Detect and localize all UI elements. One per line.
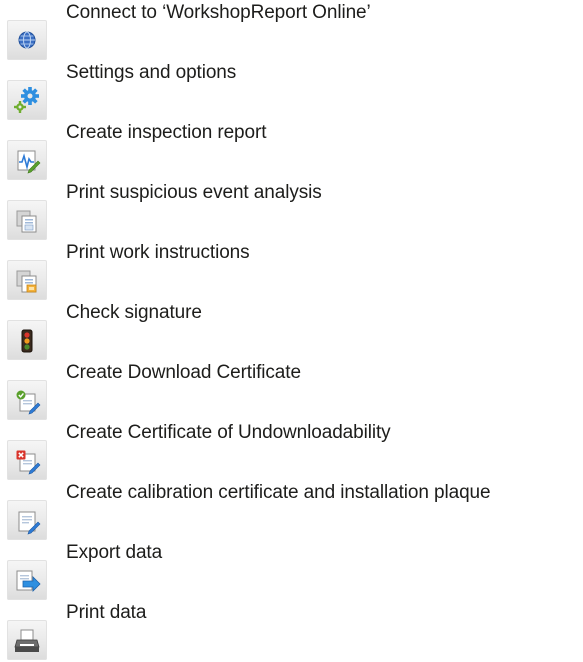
menu-item-create-download-certificate[interactable]: Create Download Certificate: [0, 360, 583, 420]
menu-item-label: Settings and options: [66, 62, 237, 83]
print-instructions-icon[interactable]: [7, 260, 47, 300]
printer-icon[interactable]: [7, 620, 47, 660]
menu-item-print-suspicious-event-analysis[interactable]: Print suspicious event analysis: [0, 180, 583, 240]
menu-item-export-data[interactable]: Export data: [0, 540, 583, 600]
menu-item-label: Check signature: [66, 302, 202, 323]
menu: Connect to ‘WorkshopReport Online’ Setti…: [0, 0, 583, 662]
menu-item-label: Print work instructions: [66, 242, 250, 263]
menu-item-create-inspection-report[interactable]: Create inspection report: [0, 120, 583, 180]
gears-icon[interactable]: [7, 80, 47, 120]
certificate-edit-icon[interactable]: [7, 500, 47, 540]
certificate-cross-icon[interactable]: [7, 440, 47, 480]
report-pen-icon[interactable]: [7, 140, 47, 180]
menu-item-label: Create Certificate of Undownloadability: [66, 422, 391, 443]
menu-item-check-signature[interactable]: Check signature: [0, 300, 583, 360]
menu-item-settings-options[interactable]: Settings and options: [0, 60, 583, 120]
menu-item-label: Print data: [66, 602, 147, 623]
menu-item-print-data[interactable]: Print data: [0, 600, 583, 660]
globe-icon[interactable]: [7, 20, 47, 60]
menu-item-print-work-instructions[interactable]: Print work instructions: [0, 240, 583, 300]
menu-item-label: Create Download Certificate: [66, 362, 301, 383]
menu-item-label: Connect to ‘WorkshopReport Online’: [66, 2, 371, 23]
menu-item-create-certificate-undownloadability[interactable]: Create Certificate of Undownloadability: [0, 420, 583, 480]
menu-item-label: Print suspicious event analysis: [66, 182, 322, 203]
print-analysis-icon[interactable]: [7, 200, 47, 240]
export-arrow-icon[interactable]: [7, 560, 47, 600]
menu-item-label: Export data: [66, 542, 163, 563]
menu-item-create-calibration-certificate[interactable]: Create calibration certificate and insta…: [0, 480, 583, 540]
menu-item-label: Create inspection report: [66, 122, 267, 143]
certificate-check-icon[interactable]: [7, 380, 47, 420]
menu-item-connect-workshopreport[interactable]: Connect to ‘WorkshopReport Online’: [0, 0, 583, 60]
menu-item-label: Create calibration certificate and insta…: [66, 482, 491, 503]
traffic-light-icon[interactable]: [7, 320, 47, 360]
